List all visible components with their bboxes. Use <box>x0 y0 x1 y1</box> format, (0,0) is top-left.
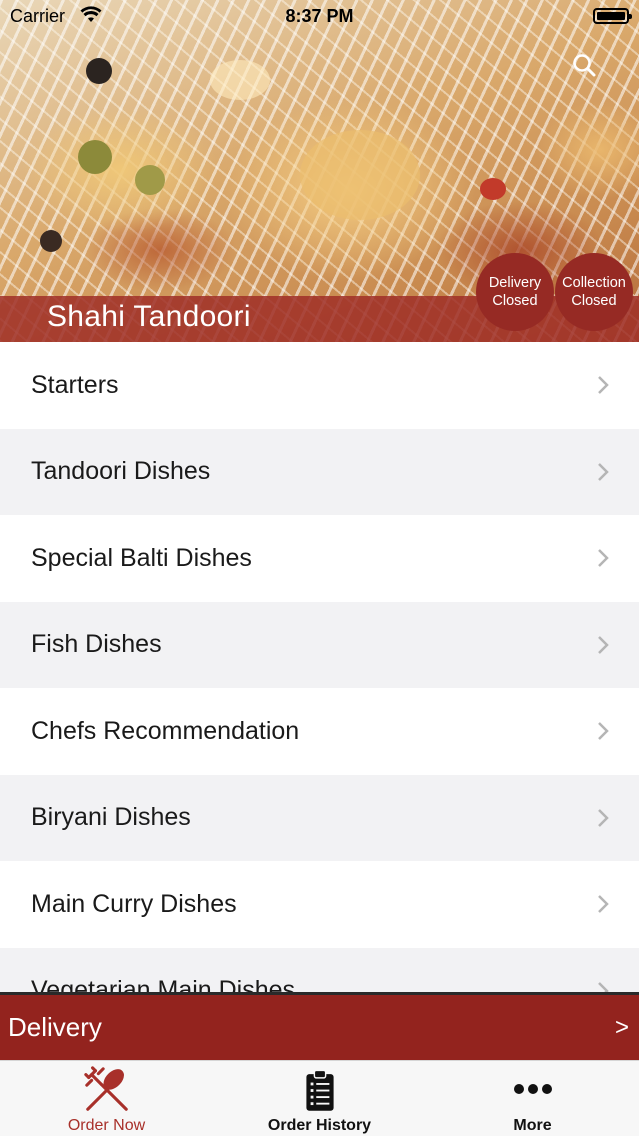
menu-category-main-curry-dishes[interactable]: Main Curry Dishes <box>0 861 639 948</box>
menu-category-vegetarian-main-dishes[interactable]: Vegetarian Main Dishes <box>0 947 639 992</box>
tab-label: Order History <box>267 1117 372 1134</box>
status-bar: Carrier 8:37 PM <box>0 0 639 34</box>
chevron-right-icon <box>598 376 609 395</box>
order-type-bar[interactable]: Delivery > <box>0 992 639 1060</box>
menu-category-chefs-recommendation[interactable]: Chefs Recommendation <box>0 688 639 775</box>
menu-category-label: Fish Dishes <box>31 630 162 659</box>
collection-status-line2: Closed <box>571 293 617 309</box>
menu-category-tandoori-dishes[interactable]: Tandoori Dishes <box>0 428 639 515</box>
chevron-right-icon <box>598 895 609 914</box>
order-type-arrow-icon: > <box>614 1013 629 1041</box>
order-type-label: Delivery <box>8 1012 102 1042</box>
clock: 8:37 PM <box>285 6 354 26</box>
menu-category-biryani-dishes[interactable]: Biryani Dishes <box>0 774 639 861</box>
chevron-right-icon <box>598 549 609 568</box>
delivery-status-badge[interactable]: Delivery Closed <box>476 253 554 331</box>
chevron-right-icon <box>598 808 609 827</box>
chevron-right-icon <box>598 462 609 481</box>
menu-category-label: Biryani Dishes <box>31 803 191 832</box>
delivery-status-line2: Closed <box>492 293 538 309</box>
restaurant-name: Shahi Tandoori <box>47 300 251 333</box>
tab-order-now[interactable]: Order Now <box>0 1061 213 1136</box>
tab-more[interactable]: More <box>426 1061 639 1136</box>
collection-status-line1: Collection <box>562 275 626 291</box>
menu-category-label: Chefs Recommendation <box>31 716 300 745</box>
chevron-right-icon <box>598 722 609 741</box>
tab-order-history[interactable]: Order History <box>213 1061 426 1136</box>
delivery-status-line1: Delivery <box>488 275 542 291</box>
menu-category-special-balti-dishes[interactable]: Special Balti Dishes <box>0 515 639 602</box>
tab-bar: Order Now Order History More <box>0 1060 639 1136</box>
collection-status-badge[interactable]: Collection Closed <box>555 253 633 331</box>
menu-category-list[interactable]: Starters Tandoori Dishes Special Balti D… <box>0 342 639 992</box>
tab-label: More <box>513 1117 552 1134</box>
menu-category-label: Tandoori Dishes <box>31 457 211 486</box>
search-icon[interactable] <box>571 52 597 78</box>
ellipsis-icon <box>513 1084 552 1094</box>
menu-category-label: Vegetarian Main Dishes <box>31 976 296 992</box>
menu-category-label: Special Balti Dishes <box>31 543 252 572</box>
battery-icon <box>593 8 632 24</box>
menu-category-starters[interactable]: Starters <box>0 342 639 429</box>
chevron-right-icon <box>598 635 609 654</box>
chevron-right-icon <box>598 981 609 992</box>
tab-label: Order Now <box>67 1117 146 1134</box>
menu-category-label: Starters <box>31 370 119 399</box>
clipboard-icon <box>305 1069 334 1111</box>
fork-knife-icon <box>83 1066 128 1111</box>
menu-category-fish-dishes[interactable]: Fish Dishes <box>0 601 639 688</box>
menu-category-label: Main Curry Dishes <box>31 889 237 918</box>
